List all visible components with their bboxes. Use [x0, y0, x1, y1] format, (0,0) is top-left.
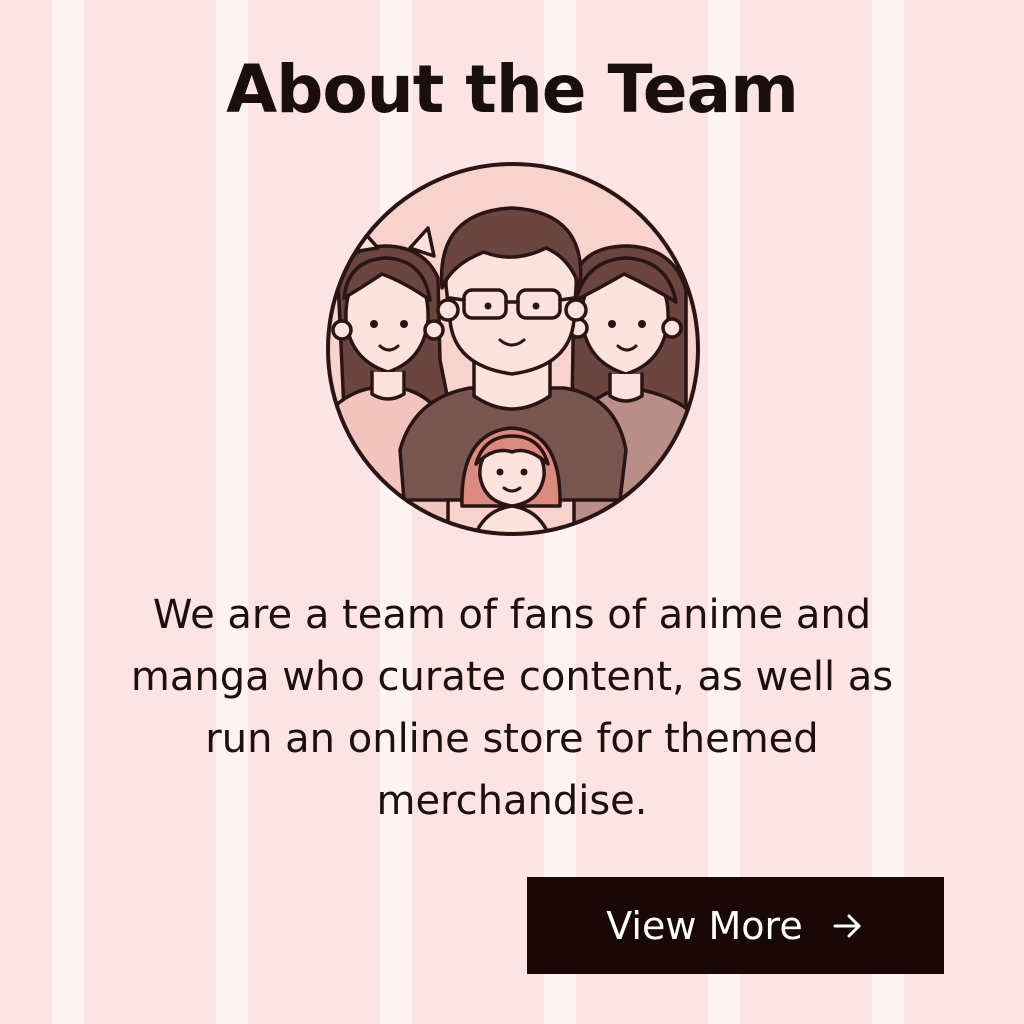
- view-more-button[interactable]: View More: [527, 877, 944, 974]
- section-title: About the Team: [226, 51, 799, 128]
- team-illustration: [324, 160, 702, 538]
- team-family-icon: [326, 162, 700, 536]
- arrow-right-icon: [833, 914, 861, 937]
- about-team-page: About the Team We are a team of fans of …: [0, 0, 1024, 1024]
- team-description: We are a team of fans of anime and manga…: [130, 592, 894, 824]
- view-more-label: View More: [606, 903, 803, 948]
